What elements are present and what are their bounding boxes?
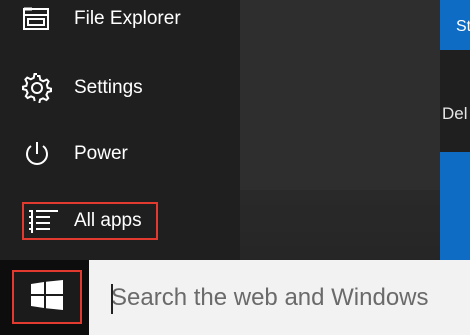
top-tile[interactable]: St xyxy=(440,0,470,50)
list-icon xyxy=(28,206,62,236)
settings-label: Settings xyxy=(74,77,143,98)
desktop-screen: File Explorer › Settings xyxy=(0,0,470,335)
power-label: Power xyxy=(74,143,128,164)
file-explorer-icon xyxy=(22,4,56,34)
taskbar: Search the web and Windows xyxy=(0,260,470,335)
power-icon xyxy=(22,139,56,169)
text-caret xyxy=(111,284,113,314)
windows-logo-icon xyxy=(31,280,63,314)
start-menu-left-pane: File Explorer › Settings xyxy=(0,0,375,260)
start-menu-middle-area xyxy=(240,0,440,260)
power-item[interactable]: Power xyxy=(22,139,128,169)
file-explorer-item[interactable]: File Explorer xyxy=(22,4,181,34)
top-tile-text: St xyxy=(456,18,470,35)
tiles-column: St Del xyxy=(440,0,470,260)
start-button[interactable] xyxy=(12,270,82,324)
tile-group-label: Del xyxy=(442,104,468,123)
search-box[interactable]: Search the web and Windows xyxy=(89,260,470,335)
search-input[interactable]: Search the web and Windows xyxy=(111,284,429,312)
gear-icon xyxy=(22,73,56,103)
all-apps-item[interactable]: All apps xyxy=(22,202,158,240)
all-apps-label: All apps xyxy=(74,210,142,231)
blurred-background xyxy=(240,0,440,190)
settings-item[interactable]: Settings xyxy=(22,73,143,103)
file-explorer-label: File Explorer xyxy=(74,8,181,29)
bottom-tile[interactable] xyxy=(440,152,470,260)
